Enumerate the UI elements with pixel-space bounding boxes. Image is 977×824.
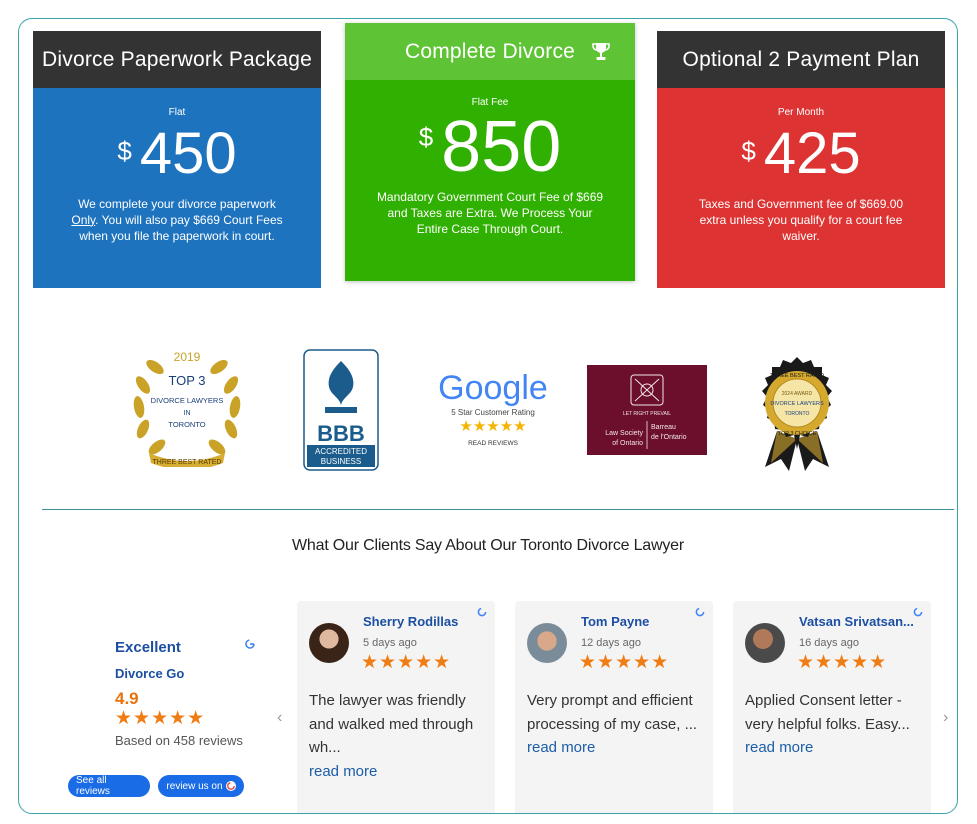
review-time: 5 days ago	[363, 637, 417, 649]
reviewer-name[interactable]: Vatsan Srivatsan...	[799, 614, 914, 629]
summary-stars: ★★★★★	[115, 708, 206, 729]
desc-part: . You will also pay $669 Court Fees when…	[79, 212, 283, 243]
google-g-icon	[477, 607, 487, 617]
law-society-motto: LET RIGHT PREVAIL	[623, 411, 671, 417]
price-amount: 425	[763, 121, 861, 186]
award-2024-badge[interactable]: THREE BEST RATED 2024 AWARD DIVORCE LAWY…	[747, 355, 847, 473]
badge-line2: IN	[184, 410, 191, 417]
law-society-badge[interactable]: LET RIGHT PREVAIL Law Society of Ontario…	[587, 365, 707, 455]
badge-ribbon: THREE BEST RATED	[153, 459, 222, 466]
plan-body: Flat Fee $ 850 Mandatory Government Cour…	[345, 80, 635, 281]
summary-rating: 4.9	[115, 689, 139, 708]
reviews-heading: What Our Clients Say About Our Toronto D…	[292, 537, 684, 554]
avatar	[745, 623, 785, 663]
google-wordmark: Google	[438, 369, 548, 407]
google-g-icon	[695, 607, 705, 617]
badge-year: 2019	[174, 350, 201, 364]
review-time: 12 days ago	[581, 637, 641, 649]
chevron-left-icon[interactable]: ‹	[277, 709, 282, 727]
award-ring-text: THREE BEST RATED	[770, 373, 824, 379]
review-text: Applied Consent letter - very helpful fo…	[745, 692, 910, 733]
plan-header: Complete Divorce	[345, 23, 635, 80]
rating-summary: Excellent Divorce Go 4.9 ★★★★★ Based on …	[115, 639, 275, 748]
google-g-icon	[913, 607, 923, 617]
plan-body: Flat $ 450 We complete your divorce pape…	[33, 88, 321, 288]
law-society-fr1: Barreau	[651, 424, 676, 431]
law-society-fr2: de l'Ontario	[651, 434, 687, 441]
bbb-logo-text: BBB	[317, 421, 365, 446]
review-stars: ★★★★★	[361, 652, 452, 673]
see-all-reviews-button[interactable]: See all reviews	[68, 775, 150, 797]
read-more-link[interactable]: read more	[745, 736, 925, 760]
plan-price: $ 850	[345, 107, 635, 187]
review-us-on-google-button[interactable]: review us on	[158, 775, 244, 797]
review-text-block: The lawyer was friendly and walked med t…	[309, 689, 489, 783]
three-best-rated-badge[interactable]: 2019 TOP 3 DIVORCE LAWYERS IN TORONTO TH…	[125, 347, 249, 467]
section-divider	[42, 509, 954, 510]
plan-subtitle: Flat	[168, 107, 186, 118]
desc-underline: Only	[71, 212, 96, 227]
plan-card-payment[interactable]: Optional 2 Payment Plan Per Month $ 425 …	[657, 31, 945, 288]
read-more-link[interactable]: read more	[309, 760, 489, 784]
bbb-accredited-badge[interactable]: BBB ACCREDITED BUSINESS	[303, 349, 379, 471]
bbb-line2: BUSINESS	[321, 457, 361, 466]
award-line2: TORONTO	[785, 411, 810, 417]
plan-title: Divorce Paperwork Package	[33, 31, 321, 88]
law-society-en1: Law Society	[605, 430, 643, 437]
plan-description: Taxes and Government fee of $669.00 extr…	[698, 196, 904, 243]
reviewer-name[interactable]: Tom Payne	[581, 614, 649, 629]
read-more-link[interactable]: read more	[527, 736, 707, 760]
plan-title: Optional 2 Payment Plan	[657, 31, 945, 88]
award-year: 2024 AWARD	[782, 391, 813, 397]
plan-price: $ 450	[33, 122, 321, 186]
badge-top: TOP 3	[168, 373, 205, 388]
plan-description: Mandatory Government Court Fee of $669 a…	[376, 190, 604, 237]
plan-subtitle: Per Month	[777, 107, 825, 118]
price-amount: 850	[441, 107, 562, 187]
currency-symbol: $	[117, 136, 132, 166]
plan-title: Complete Divorce	[404, 39, 576, 63]
summary-review-count: Based on 458 reviews	[115, 733, 243, 748]
review-us-label: review us on	[166, 780, 223, 792]
review-text-block: Applied Consent letter - very helpful fo…	[745, 689, 925, 760]
review-text: The lawyer was friendly and walked med t…	[309, 692, 474, 756]
google-rating-badge[interactable]: Google 5 Star Customer Rating ★★★★★ READ…	[431, 363, 555, 449]
award-ribbon: TOP 3 CHOICE	[778, 431, 817, 437]
currency-symbol: $	[418, 122, 434, 152]
review-card[interactable]: Vatsan Srivatsan... 16 days ago ★★★★★ Ap…	[733, 601, 931, 813]
google-tagline: 5 Star Customer Rating	[451, 408, 535, 417]
review-text-block: Very prompt and efficient processing of …	[527, 689, 707, 760]
reviewer-name[interactable]: Sherry Rodillas	[363, 614, 458, 629]
avatar	[527, 623, 567, 663]
price-amount: 450	[139, 121, 237, 186]
bbb-line1: ACCREDITED	[315, 447, 367, 456]
plan-body: Per Month $ 425 Taxes and Government fee…	[657, 88, 945, 288]
plan-card-paperwork[interactable]: Divorce Paperwork Package Flat $ 450 We …	[33, 31, 321, 288]
plan-card-complete[interactable]: Complete Divorce Flat Fee $ 850 Mandator…	[345, 23, 635, 281]
review-text: Very prompt and efficient processing of …	[527, 692, 698, 733]
summary-business-name: Divorce Go	[115, 666, 185, 681]
badge-line1: DIVORCE LAWYERS	[151, 396, 224, 405]
currency-symbol: $	[741, 136, 756, 166]
award-line1: DIVORCE LAWYERS	[770, 401, 824, 407]
review-stars: ★★★★★	[579, 652, 670, 673]
badge-line3: TORONTO	[168, 420, 205, 429]
avatar	[309, 623, 349, 663]
trophy-icon	[592, 43, 610, 60]
plan-description: We complete your divorce paperwork Only.…	[33, 196, 321, 244]
plan-price: $ 425	[657, 122, 945, 186]
review-card[interactable]: Sherry Rodillas 5 days ago ★★★★★ The law…	[297, 601, 495, 813]
chevron-right-icon[interactable]: ›	[943, 709, 948, 727]
law-society-en2: of Ontario	[612, 440, 643, 447]
review-time: 16 days ago	[799, 637, 859, 649]
google-g-icon	[225, 781, 236, 791]
page-frame: Divorce Paperwork Package Flat $ 450 We …	[18, 18, 958, 814]
google-read-reviews: READ REVIEWS	[468, 440, 519, 447]
google-stars: ★★★★★	[459, 417, 526, 435]
google-g-icon	[245, 639, 255, 649]
desc-part: We complete your divorce paperwork	[78, 196, 276, 211]
review-card[interactable]: Tom Payne 12 days ago ★★★★★ Very prompt …	[515, 601, 713, 813]
review-stars: ★★★★★	[797, 652, 888, 673]
